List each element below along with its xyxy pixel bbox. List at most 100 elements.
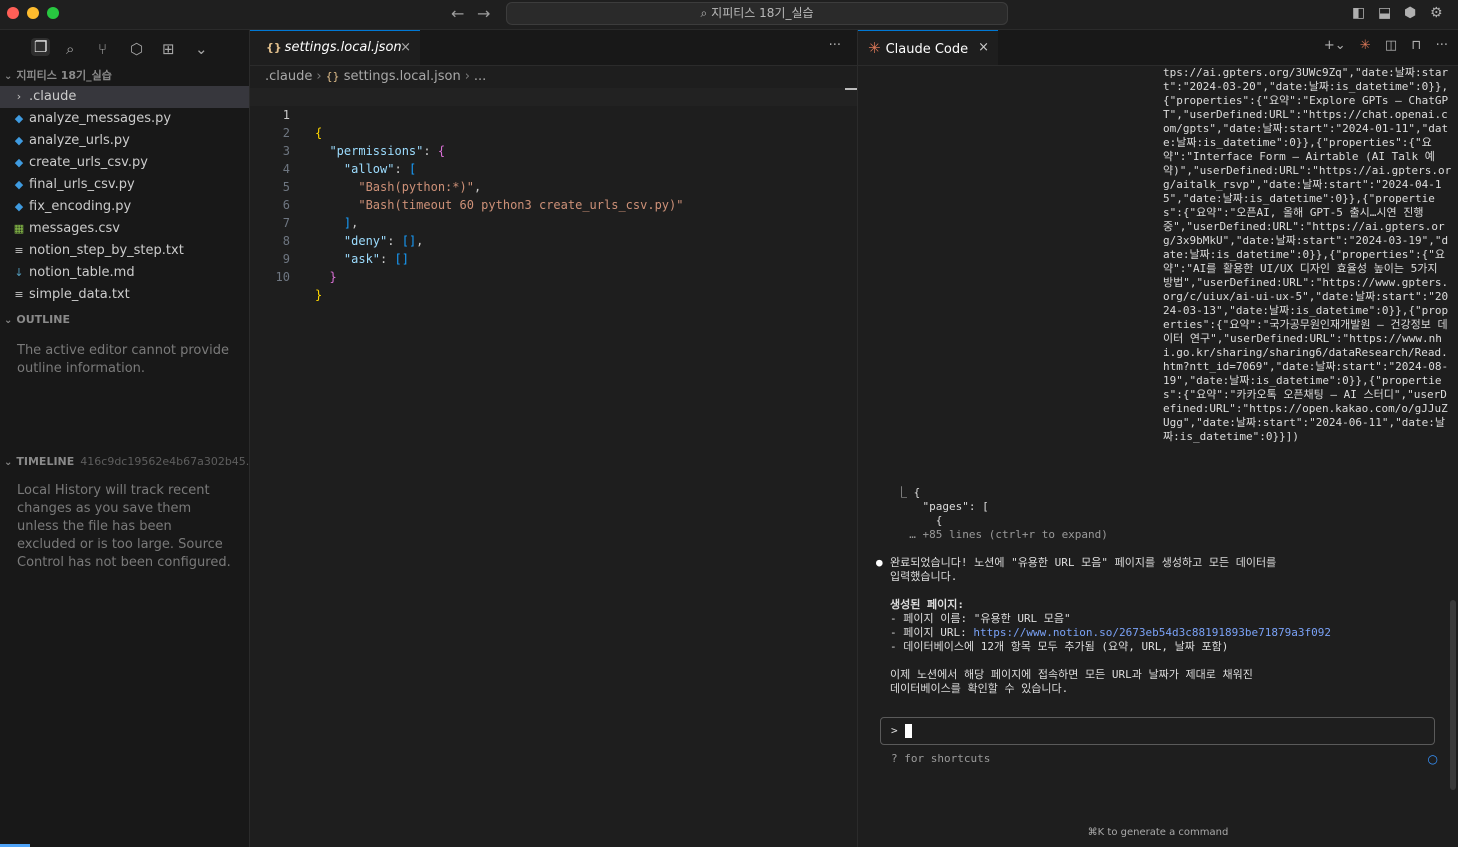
- chevron-right-icon: ›: [16, 90, 22, 103]
- source-control-icon[interactable]: ⑂: [98, 40, 107, 58]
- panel-actions: +⌄ ✳ ◫ ⊓ ···: [1314, 38, 1448, 53]
- breadcrumb-folder[interactable]: .claude: [265, 69, 312, 84]
- notion-page-link[interactable]: https://www.notion.so/2673eb54d3c8819189…: [973, 626, 1331, 639]
- tab-label: Claude Code: [885, 42, 969, 57]
- more-actions-icon[interactable]: ···: [829, 38, 841, 53]
- tree-item-file[interactable]: ↓ notion_table.md: [0, 262, 249, 284]
- prompt-symbol: >: [891, 724, 898, 737]
- python-file-icon: ◆: [14, 156, 24, 169]
- message-intro: 완료되었습니다! 노션에 "유용한 URL 모음" 페이지를 생성하고 모든 데…: [890, 556, 1277, 583]
- prompt-input[interactable]: >: [880, 717, 1435, 745]
- extensions-icon[interactable]: ⬡: [130, 40, 143, 58]
- tool-output-json: tps://ai.gpters.org/3UWc9Zq","date:날짜:st…: [1163, 66, 1452, 443]
- split-editor-icon[interactable]: ◫: [1385, 38, 1397, 53]
- search-view-icon[interactable]: ⌕: [66, 40, 74, 58]
- tree-item-label: analyze_urls.py: [29, 133, 130, 148]
- close-window-button[interactable]: [7, 7, 19, 19]
- tree-item-label: notion_table.md: [29, 265, 135, 280]
- outline-title: OUTLINE: [16, 313, 70, 326]
- minimize-window-button[interactable]: [27, 7, 39, 19]
- tab-settings-local-json[interactable]: {} settings.local.json ×: [250, 30, 420, 65]
- back-arrow-icon[interactable]: ←: [451, 4, 464, 23]
- claude-spark-icon: ✳: [868, 39, 881, 57]
- breadcrumb-file[interactable]: settings.local.json: [344, 69, 461, 84]
- chevron-down-icon: ⌄: [4, 315, 13, 326]
- json-file-icon: {}: [325, 70, 340, 83]
- page-name-line: - 페이지 이름: "유용한 URL 모음": [890, 612, 1071, 625]
- result-line: ⎿ {: [896, 486, 921, 499]
- timeline-section-header[interactable]: ⌄ TIMELINE 416c9dc19562e4b67a302b45...: [0, 452, 249, 472]
- code-line: 2 "permissions": {: [250, 106, 857, 158]
- lock-icon[interactable]: ⊓: [1411, 38, 1421, 53]
- tree-item-file[interactable]: ▦ messages.csv: [0, 218, 249, 240]
- minimap-indicator[interactable]: [845, 88, 857, 90]
- tab-claude-code[interactable]: ✳ Claude Code ×: [858, 30, 998, 65]
- shortcuts-hint: ? for shortcuts: [891, 752, 991, 765]
- database-line: - 데이터베이스에 12개 항목 모두 추가됨 (요약, URL, 날짜 포함): [890, 640, 1229, 653]
- chevron-right-icon: ›: [464, 69, 470, 84]
- more-actions-icon[interactable]: ···: [1436, 38, 1448, 53]
- code-line: 5 "Bash(timeout 60 python3 create_urls_c…: [250, 160, 857, 212]
- tree-item-file[interactable]: ◆ create_urls_csv.py: [0, 152, 249, 174]
- explorer-section-header[interactable]: ⌄ 지피티스 18기_실습: [0, 66, 249, 86]
- breadcrumb-more[interactable]: ...: [474, 69, 486, 84]
- toggle-primary-sidebar-icon[interactable]: ◧: [1352, 5, 1365, 21]
- zoom-window-button[interactable]: [47, 7, 59, 19]
- plus-icon[interactable]: +⌄: [1324, 38, 1346, 53]
- claude-spark-icon[interactable]: ✳: [1360, 38, 1371, 53]
- status-circle-icon: ○: [1427, 752, 1438, 766]
- outline-section-header[interactable]: ⌄ OUTLINE: [0, 310, 249, 330]
- tree-item-file[interactable]: ◆ fix_encoding.py: [0, 196, 249, 218]
- tree-item-file[interactable]: ≡ simple_data.txt: [0, 284, 249, 306]
- tree-item-label: final_urls_csv.py: [29, 177, 135, 192]
- code-editor[interactable]: 1 { 2 "permissions": { 3 "allow": [ 4 "B…: [250, 88, 857, 302]
- more-views-chevron-icon[interactable]: ⌄: [195, 40, 208, 58]
- text-file-icon: ≡: [14, 244, 24, 257]
- scrollbar[interactable]: [1450, 600, 1456, 790]
- generate-command-hint: ⌘K to generate a command: [1087, 827, 1229, 838]
- remote-explorer-icon[interactable]: ⊞: [162, 40, 175, 58]
- text-file-icon: ≡: [14, 288, 24, 301]
- code-line: 3 "allow": [: [250, 124, 857, 176]
- tree-item-claude-folder[interactable]: › .claude: [0, 86, 249, 108]
- tree-item-file[interactable]: ◆ final_urls_csv.py: [0, 174, 249, 196]
- code-line: 6 ],: [250, 178, 857, 230]
- line-number: 10: [275, 270, 290, 284]
- timeline-hash: 416c9dc19562e4b67a302b45...: [80, 455, 249, 468]
- tree-item-file[interactable]: ◆ analyze_urls.py: [0, 130, 249, 152]
- search-text: 지피티스 18기_실습: [711, 6, 814, 20]
- title-bar: ← → ⌕ 지피티스 18기_실습 ◧ ⬓ ⬢ ⚙: [0, 0, 1458, 30]
- tree-item-label: messages.csv: [29, 221, 120, 236]
- assistant-message: ● 완료되었습니다! 노션에 "유용한 URL 모음" 페이지를 생성하고 모든…: [876, 556, 1436, 710]
- tree-item-label: .claude: [29, 89, 77, 104]
- text-cursor: [905, 724, 912, 738]
- close-icon[interactable]: ×: [400, 31, 411, 65]
- code-text: }: [329, 270, 337, 284]
- expand-hint[interactable]: … +85 lines (ctrl+r to expand): [896, 528, 1108, 542]
- bullet-icon: ●: [876, 556, 883, 569]
- page-url-line: - 페이지 URL: https://www.notion.so/2673eb5…: [890, 626, 1331, 639]
- primary-sidebar: ❐ ⌕ ⑂ ⬡ ⊞ ⌄ ⌄ 지피티스 18기_실습 › .claude ◆ analy…: [0, 30, 250, 847]
- search-icon: ⌕: [700, 6, 708, 20]
- python-file-icon: ◆: [14, 134, 24, 147]
- toggle-panel-icon[interactable]: ⬓: [1378, 5, 1391, 21]
- editor-group: {} settings.local.json × ··· .claude › {} s…: [250, 30, 858, 847]
- tree-item-file[interactable]: ◆ analyze_messages.py: [0, 108, 249, 130]
- extension-icon[interactable]: ⬢: [1404, 5, 1416, 21]
- close-icon[interactable]: ×: [978, 31, 989, 65]
- editor-tab-bar: {} settings.local.json × ···: [250, 30, 857, 66]
- python-file-icon: ◆: [14, 112, 24, 125]
- code-text: }: [315, 288, 323, 302]
- tree-item-file[interactable]: ≡ notion_step_by_step.txt: [0, 240, 249, 262]
- settings-gear-icon[interactable]: ⚙: [1430, 5, 1443, 21]
- code-line: 10 }: [250, 250, 857, 302]
- explorer-icon[interactable]: ❐: [31, 38, 51, 56]
- forward-arrow-icon[interactable]: →: [477, 4, 490, 23]
- code-line: 9 }: [250, 232, 857, 284]
- claude-code-panel: ✳ Claude Code × +⌄ ✳ ◫ ⊓ ··· tps://ai.gpt…: [858, 30, 1458, 847]
- code-line: 1 {: [250, 88, 857, 140]
- code-line: 7 "deny": [],: [250, 196, 857, 248]
- timeline-message: Local History will track recent changes …: [17, 483, 231, 570]
- command-center-search[interactable]: ⌕ 지피티스 18기_실습: [506, 2, 1008, 25]
- workspace-name: 지피티스 18기_실습: [16, 69, 112, 82]
